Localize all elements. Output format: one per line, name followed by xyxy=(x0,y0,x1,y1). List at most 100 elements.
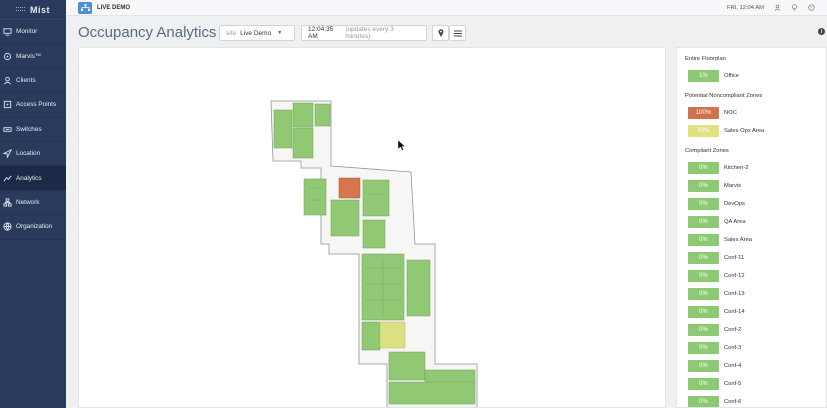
zone-row[interactable]: 0% Conf-5 xyxy=(685,375,826,393)
site-value: Live Demo xyxy=(240,29,272,37)
zone-row[interactable]: 0% Kitchen-2 xyxy=(685,159,826,177)
list-view-button[interactable] xyxy=(449,25,466,41)
sidebar-item-organization[interactable]: Organization xyxy=(0,215,66,240)
zone-row[interactable]: 50% Sales Ops Area xyxy=(685,122,826,140)
zone-row[interactable]: 0% Conf-4 xyxy=(685,357,826,375)
map-view-button[interactable] xyxy=(432,25,449,41)
sidebar-item-clients[interactable]: Clients xyxy=(0,69,66,94)
top-bar: LIVE DEMO FRI, 12:04 AM ? xyxy=(66,0,827,16)
occupancy-badge: 0% xyxy=(688,360,719,372)
mist-logo[interactable]: Mist xyxy=(0,0,66,20)
zone-room[interactable] xyxy=(314,103,331,127)
lightbulb-icon[interactable] xyxy=(791,4,798,11)
zone-name: Sales Area xyxy=(724,237,753,243)
floorplan-map[interactable] xyxy=(79,48,666,408)
sidebar-item-analytics[interactable]: Analytics xyxy=(0,166,66,191)
zone-row[interactable]: 1% Office xyxy=(685,67,826,85)
zone-room[interactable] xyxy=(388,381,476,405)
zone-room[interactable] xyxy=(406,259,431,317)
zone-row[interactable]: 0% Conf-11 xyxy=(685,249,826,267)
time-display: 12:04:35 AM (updates every 3 minutes) xyxy=(301,25,427,41)
occupancy-badge: 1% xyxy=(688,70,719,82)
zone-room[interactable] xyxy=(330,199,360,237)
zone-room[interactable] xyxy=(362,179,390,217)
monitor-icon xyxy=(3,28,12,36)
date-time: FRI, 12:04 AM xyxy=(726,4,764,11)
sidebar-item-switches[interactable]: Switches xyxy=(0,118,66,142)
zone-room[interactable] xyxy=(292,102,314,128)
zone-row[interactable]: 0% Conf-3 xyxy=(685,339,826,357)
zone-name: Marvis xyxy=(724,183,742,189)
sidebar-item-label: Marvis™ xyxy=(16,52,42,60)
zone-room[interactable] xyxy=(273,109,293,149)
user-icon[interactable] xyxy=(774,4,781,11)
sidebar-item-label: Clients xyxy=(16,76,36,84)
time-value: 12:04:35 AM xyxy=(308,26,334,40)
org-name[interactable]: LIVE DEMO xyxy=(97,5,130,11)
compliant-zones-title: Compliant Zones xyxy=(685,148,729,154)
analytics-icon xyxy=(3,175,12,182)
site-prefix: site xyxy=(226,29,237,37)
zone-name: Kitchen-2 xyxy=(724,165,749,171)
occupancy-badge: 0% xyxy=(688,270,719,282)
page-title: Occupancy Analytics xyxy=(78,24,217,41)
entire-floorplan-title: Entire Floorplan xyxy=(685,56,726,62)
switch-icon xyxy=(3,127,12,132)
zone-row[interactable]: 0% Conf-13 xyxy=(685,285,826,303)
zone-row[interactable]: 0% Conf-6 xyxy=(685,393,826,407)
zone-row[interactable]: 0% Conf-2 xyxy=(685,321,826,339)
zone-name: Conf-13 xyxy=(724,291,745,297)
zone-occupancy-panel: Entire Floorplan 1% Office Potential Non… xyxy=(676,47,827,408)
zone-row[interactable]: 0% Conf-14 xyxy=(685,303,826,321)
zone-sales-ops-area[interactable] xyxy=(379,321,406,349)
mouse-cursor-icon xyxy=(398,140,406,151)
sidebar-item-access-points[interactable]: Access Points xyxy=(0,93,66,118)
zone-room[interactable] xyxy=(292,127,314,159)
zone-name: DevOps xyxy=(724,201,745,207)
zone-row[interactable]: 0% DevOps xyxy=(685,195,826,213)
organization-icon xyxy=(3,222,12,232)
zone-room[interactable] xyxy=(361,321,381,351)
sidebar-item-network[interactable]: Network xyxy=(0,191,66,216)
time-note: (updates every 3 minutes) xyxy=(345,26,394,40)
zone-row[interactable]: 0% Sales Area xyxy=(685,231,826,249)
zone-name: NOC xyxy=(724,110,737,116)
brand-name: Mist xyxy=(30,4,50,15)
clients-icon xyxy=(4,76,11,85)
zone-noc[interactable] xyxy=(338,177,361,199)
zone-row[interactable]: 0% Marvis xyxy=(685,177,826,195)
occupancy-badge: 0% xyxy=(688,162,719,174)
sidebar-nav: Monitor Marvis™ Clients Access Points Sw… xyxy=(0,20,66,240)
zone-row[interactable]: 0% QA Area xyxy=(685,213,826,231)
sidebar-item-label: Location xyxy=(16,150,41,158)
zone-room[interactable] xyxy=(362,219,386,249)
occupancy-badge: 0% xyxy=(688,324,719,336)
sidebar-item-label: Switches xyxy=(16,125,42,133)
zone-room[interactable] xyxy=(388,351,426,381)
zone-row[interactable]: 0% Conf-12 xyxy=(685,267,826,285)
occupancy-badge: 0% xyxy=(688,252,719,264)
help-icon[interactable]: ? xyxy=(808,4,815,11)
marvis-icon xyxy=(3,52,12,60)
sidebar-item-label: Analytics xyxy=(16,174,42,182)
zone-row[interactable]: 100% NOC xyxy=(685,104,826,122)
occupancy-badge: 0% xyxy=(688,288,719,300)
zone-room[interactable] xyxy=(303,178,327,216)
zone-name: Conf-11 xyxy=(724,255,745,261)
sidebar-item-monitor[interactable]: Monitor xyxy=(0,20,66,45)
floorplan-panel xyxy=(78,47,666,408)
access-point-icon xyxy=(3,101,12,109)
map-pin-icon xyxy=(438,29,443,37)
occupancy-badge: 100% xyxy=(688,107,719,119)
location-icon xyxy=(3,149,12,159)
site-selector[interactable]: site Live Demo ▼ xyxy=(219,25,295,41)
sidebar-item-location[interactable]: Location xyxy=(0,142,66,167)
occupancy-badge: 0% xyxy=(688,234,719,246)
sidebar-item-marvis[interactable]: Marvis™ xyxy=(0,44,66,69)
zone-name: Office xyxy=(724,73,740,79)
sidebar-item-label: Monitor xyxy=(16,28,38,36)
zone-name: Sales Ops Area xyxy=(724,128,765,134)
zone-name: Conf-5 xyxy=(724,381,742,387)
info-icon[interactable]: i xyxy=(818,28,825,35)
org-switcher-icon[interactable] xyxy=(78,1,92,14)
